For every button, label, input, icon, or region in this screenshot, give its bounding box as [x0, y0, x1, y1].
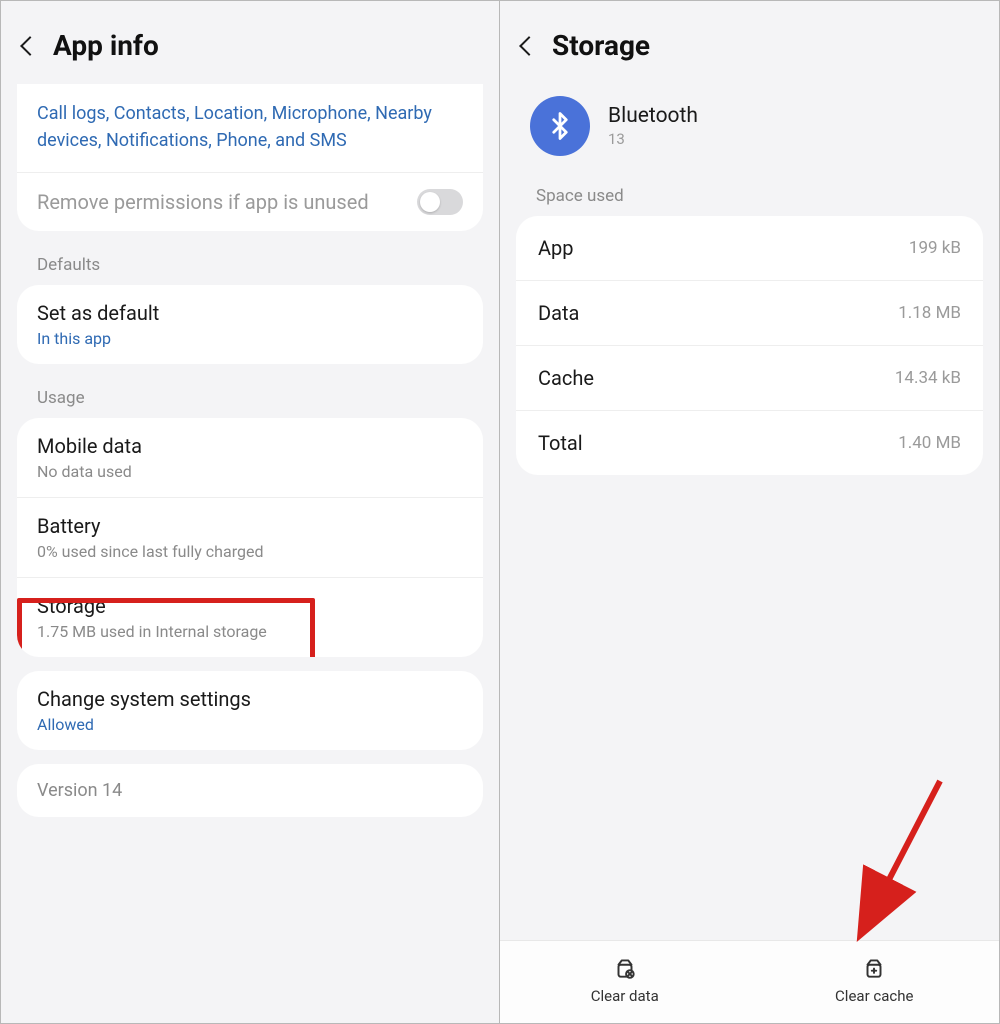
- row-total: Total 1.40 MB: [516, 410, 983, 475]
- version-row: Version 14: [17, 764, 483, 817]
- back-icon[interactable]: [20, 36, 40, 56]
- change-system-settings-sub: Allowed: [37, 715, 463, 734]
- battery-title: Battery: [37, 514, 463, 538]
- clear-cache-button[interactable]: Clear cache: [750, 941, 1000, 1023]
- set-as-default-row[interactable]: Set as default In this app: [17, 285, 483, 364]
- space-used-card: App 199 kB Data 1.18 MB Cache 14.34 kB T…: [516, 216, 983, 475]
- row-cache-key: Cache: [538, 366, 594, 390]
- clear-data-icon: [612, 955, 638, 981]
- section-defaults: Defaults: [1, 245, 499, 285]
- battery-sub: 0% used since last fully charged: [37, 542, 463, 561]
- row-cache: Cache 14.34 kB: [516, 345, 983, 410]
- permissions-list[interactable]: Call logs, Contacts, Location, Microphon…: [17, 84, 483, 172]
- set-as-default-title: Set as default: [37, 301, 463, 325]
- section-space-used: Space used: [500, 176, 999, 216]
- page-title: Storage: [552, 29, 650, 62]
- header: Storage: [500, 1, 999, 84]
- clear-data-label: Clear data: [591, 987, 659, 1005]
- bluetooth-icon: [530, 96, 590, 156]
- storage-title: Storage: [37, 594, 463, 618]
- version-card: Version 14: [17, 764, 483, 817]
- section-usage: Usage: [1, 378, 499, 418]
- row-app: App 199 kB: [516, 216, 983, 280]
- clear-data-button[interactable]: Clear data: [500, 941, 750, 1023]
- defaults-card: Set as default In this app: [17, 285, 483, 364]
- change-system-settings-title: Change system settings: [37, 687, 463, 711]
- row-app-val: 199 kB: [909, 238, 961, 258]
- storage-row[interactable]: Storage 1.75 MB used in Internal storage: [17, 577, 483, 657]
- row-data-key: Data: [538, 301, 579, 325]
- row-total-key: Total: [538, 431, 583, 455]
- mobile-data-title: Mobile data: [37, 434, 463, 458]
- permissions-card: Call logs, Contacts, Location, Microphon…: [17, 84, 483, 231]
- bottom-action-bar: Clear data Clear cache: [500, 940, 999, 1023]
- app-header: Bluetooth 13: [500, 84, 999, 176]
- remove-permissions-label: Remove permissions if app is unused: [37, 190, 403, 214]
- mobile-data-sub: No data used: [37, 462, 463, 481]
- storage-screen: Storage Bluetooth 13 Space used App 199 …: [500, 1, 999, 1023]
- clear-cache-icon: [861, 955, 887, 981]
- row-data: Data 1.18 MB: [516, 280, 983, 345]
- page-title: App info: [53, 29, 159, 62]
- app-version: 13: [608, 130, 698, 148]
- version-text: Version 14: [37, 780, 122, 801]
- row-data-val: 1.18 MB: [898, 303, 961, 323]
- storage-sub: 1.75 MB used in Internal storage: [37, 622, 463, 641]
- app-name: Bluetooth: [608, 104, 698, 128]
- header: App info: [1, 1, 499, 84]
- set-as-default-sub: In this app: [37, 329, 463, 348]
- row-app-key: App: [538, 236, 574, 260]
- clear-cache-label: Clear cache: [835, 987, 913, 1005]
- row-total-val: 1.40 MB: [898, 433, 961, 453]
- app-info-screen: App info Call logs, Contacts, Location, …: [1, 1, 500, 1023]
- usage-card: Mobile data No data used Battery 0% used…: [17, 418, 483, 657]
- system-settings-card: Change system settings Allowed: [17, 671, 483, 750]
- back-icon[interactable]: [519, 36, 539, 56]
- change-system-settings-row[interactable]: Change system settings Allowed: [17, 671, 483, 750]
- remove-permissions-toggle[interactable]: [417, 189, 463, 215]
- mobile-data-row[interactable]: Mobile data No data used: [17, 418, 483, 497]
- row-cache-val: 14.34 kB: [895, 368, 961, 388]
- battery-row[interactable]: Battery 0% used since last fully charged: [17, 497, 483, 577]
- remove-permissions-row: Remove permissions if app is unused: [17, 172, 483, 231]
